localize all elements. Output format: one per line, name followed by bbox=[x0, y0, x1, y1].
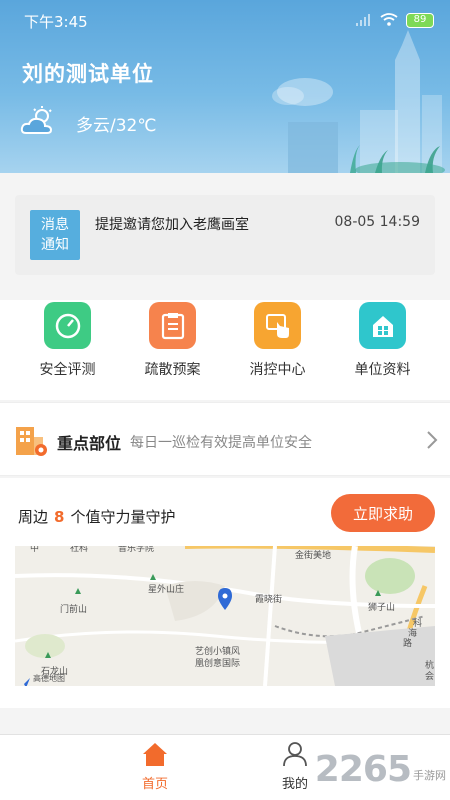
nearby-guard-section: 周边 8 个值守力量守护 立即求助 金街美地 星外山庄 霞晓街 门前山 艺创小镇风 bbox=[0, 478, 450, 708]
key-parts-title: 重点部位 bbox=[57, 434, 122, 453]
map-label: 门前山 bbox=[60, 605, 88, 615]
tab-home-label: 首页 bbox=[141, 777, 168, 792]
chevron-right-icon bbox=[426, 430, 438, 454]
tab-home[interactable]: 首页 bbox=[115, 741, 195, 792]
weather-info: 多云/32℃ bbox=[20, 106, 156, 140]
notice-message: 提提邀请您加入老鹰画室 bbox=[95, 217, 249, 233]
action-fire-control-center[interactable]: 消控中心 bbox=[225, 300, 330, 400]
message-notice-badge: 消息 通知 bbox=[30, 210, 80, 260]
nearby-map[interactable]: 金街美地 星外山庄 霞晓街 门前山 艺创小镇风 凰创意国际 狮子山 石龙山 科 … bbox=[15, 546, 435, 686]
action-unit-profile[interactable]: 单位资料 bbox=[330, 300, 435, 400]
document-icon bbox=[149, 302, 196, 349]
guard-count: 8 bbox=[54, 508, 65, 526]
map-navigation-icon bbox=[20, 673, 30, 686]
notice-time: 08-05 14:59 bbox=[334, 214, 420, 230]
map-provider-logo: 高德地图 bbox=[33, 674, 65, 683]
home-icon bbox=[141, 743, 169, 771]
unit-name: 刘的测试单位 bbox=[22, 62, 154, 86]
bottom-navigation: 首页 我的 2265 手游网 bbox=[0, 734, 450, 800]
map-label: 路 bbox=[403, 639, 413, 649]
weather-text: 多云/32℃ bbox=[76, 115, 157, 136]
cloudy-sun-icon bbox=[20, 106, 56, 140]
message-notice-card[interactable]: 消息 通知 提提邀请您加入老鹰画室 08-05 14:59 bbox=[15, 195, 435, 275]
map-label: 霞晓街 bbox=[255, 595, 283, 605]
action-label: 消控中心 bbox=[249, 362, 306, 378]
header-banner: 下午3:45 89 刘的测试单位 多云/32℃ bbox=[0, 0, 450, 173]
request-help-button[interactable]: 立即求助 bbox=[331, 494, 435, 532]
nearby-suffix: 个值守力量守护 bbox=[70, 508, 176, 526]
site-watermark: 2265 手游网 bbox=[315, 749, 446, 790]
badge-line2: 通知 bbox=[41, 237, 69, 253]
user-icon bbox=[281, 742, 309, 771]
touch-icon bbox=[254, 302, 301, 349]
badge-line1: 消息 bbox=[41, 217, 69, 233]
gauge-icon bbox=[44, 302, 91, 349]
building-alert-icon bbox=[14, 425, 48, 461]
key-parts-row[interactable]: 重点部位 每日一巡检有效提高单位安全 bbox=[0, 402, 450, 476]
nearby-guard-text: 周边 8 个值守力量守护 bbox=[18, 506, 175, 527]
map-label: 狮子山 bbox=[368, 603, 396, 613]
action-evacuation-plan[interactable]: 疏散预案 bbox=[120, 300, 225, 400]
map-label: 中 bbox=[30, 546, 40, 554]
nearby-prefix: 周边 bbox=[18, 508, 49, 526]
action-safety-assessment[interactable]: 安全评测 bbox=[15, 300, 120, 400]
quick-actions: 安全评测 疏散预案 消控中心 单位资料 bbox=[0, 300, 450, 400]
map-label: 会 bbox=[425, 672, 435, 682]
city-skyline-illustration bbox=[272, 30, 445, 173]
watermark-domain: 手游网 bbox=[413, 769, 446, 782]
status-time: 下午3:45 bbox=[24, 13, 88, 31]
map-label: 音乐学院 bbox=[118, 546, 155, 554]
action-label: 安全评测 bbox=[39, 362, 96, 378]
map-label: 星外山庄 bbox=[148, 585, 185, 595]
map-label: 凰创意国际 bbox=[195, 659, 241, 669]
watermark-number: 2265 bbox=[314, 749, 412, 790]
action-label: 单位资料 bbox=[354, 362, 411, 378]
key-parts-subtitle: 每日一巡检有效提高单位安全 bbox=[130, 435, 312, 451]
map-label: 金街美地 bbox=[295, 551, 332, 561]
map-label: 社科 bbox=[70, 546, 89, 554]
house-icon bbox=[359, 302, 406, 349]
action-label: 疏散预案 bbox=[144, 362, 201, 378]
